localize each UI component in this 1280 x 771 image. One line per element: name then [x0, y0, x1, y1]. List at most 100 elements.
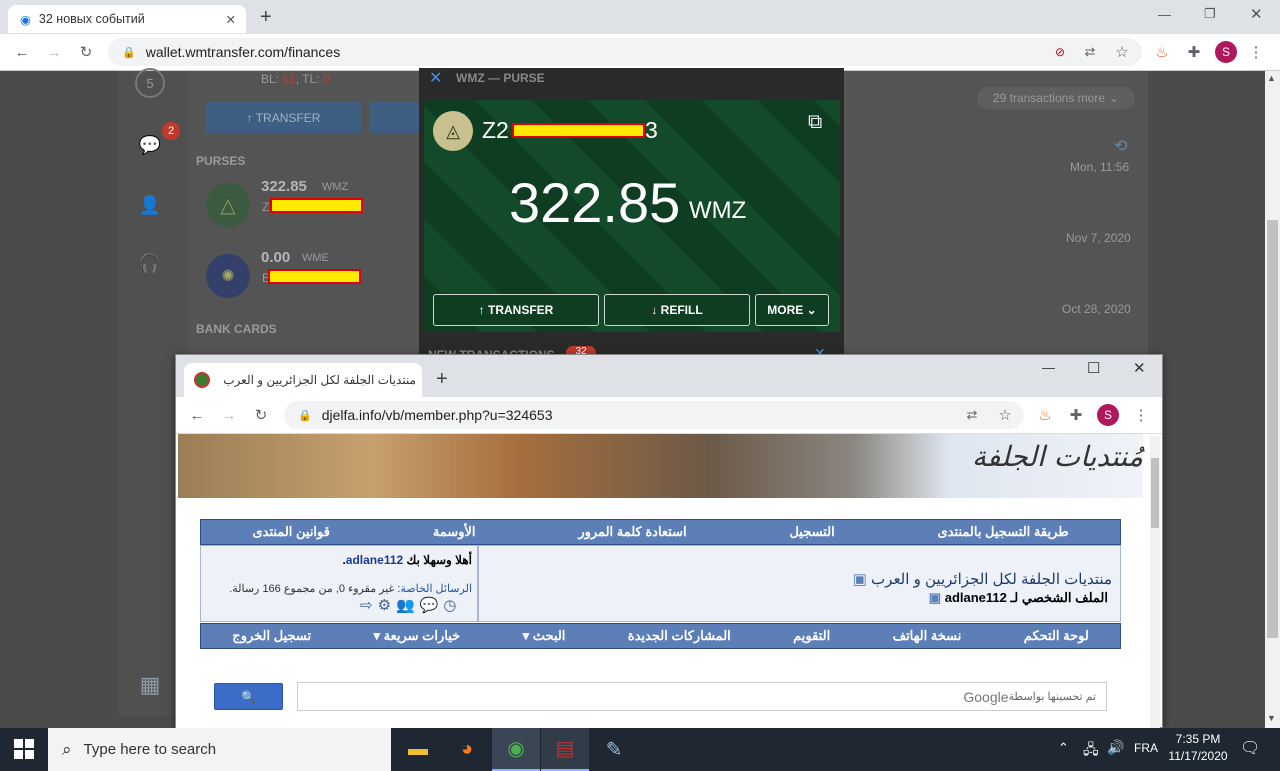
- forum-favicon-icon: [194, 372, 210, 388]
- nav-logout[interactable]: تسجيل الخروج: [232, 628, 311, 644]
- address-bar[interactable]: 🔒 wallet.wmtransfer.com/finances: [108, 38, 1142, 66]
- folder-icon: ▣: [928, 590, 942, 605]
- reload-icon[interactable]: ↻: [251, 405, 271, 425]
- breadcrumb[interactable]: منتديات الجلفة لكل الجزائريين و العرب ▣: [600, 570, 1112, 588]
- scroll-up-arrow[interactable]: ▲: [1267, 73, 1276, 83]
- messages-icon[interactable]: 💬: [420, 597, 444, 614]
- windows-start-icon[interactable]: [14, 739, 34, 759]
- extensions-puzzle-icon[interactable]: ✚: [1184, 42, 1204, 62]
- close-tab-icon[interactable]: ✕: [226, 12, 236, 27]
- close-window-button[interactable]: ✕: [1133, 359, 1146, 377]
- nav-quick-options[interactable]: خيارات سريعة ▾: [373, 628, 460, 644]
- copy-icon[interactable]: ⧉: [808, 111, 822, 134]
- tray-chevron-icon[interactable]: ⌃: [1058, 740, 1069, 756]
- browser-tab-forum[interactable]: منتديات الجلفة لكل الجزائريين و العرب: [184, 363, 422, 397]
- profile-avatar[interactable]: S: [1097, 404, 1119, 426]
- apps-grid-icon[interactable]: ▦: [133, 668, 167, 702]
- extension-fire-icon[interactable]: ♨: [1035, 405, 1055, 425]
- nav-password-recovery[interactable]: استعادة كلمة المرور: [578, 524, 686, 540]
- paint-icon[interactable]: ✎: [590, 728, 638, 771]
- back-icon[interactable]: ←: [12, 42, 32, 62]
- forward-icon[interactable]: →: [44, 42, 64, 62]
- tab-title: منتديات الجلفة لكل الجزائريين و العرب: [223, 373, 416, 387]
- nav-control-panel[interactable]: لوحة التحكم: [1024, 628, 1089, 644]
- logout-icon[interactable]: ⇨: [360, 597, 378, 614]
- username-link[interactable]: adlane112: [346, 553, 403, 567]
- restore-button[interactable]: ❐: [1204, 6, 1216, 22]
- firefox-icon[interactable]: ◕: [443, 728, 491, 771]
- cookie-blocked-icon[interactable]: ⊘: [1050, 42, 1070, 62]
- browser-tab-wallet[interactable]: ◉ 32 новых событий ✕: [8, 5, 246, 33]
- bank-cards-heading: BANK CARDS: [196, 322, 277, 336]
- forum-address-bar[interactable]: 🔒 djelfa.info/vb/member.php?u=324653: [284, 401, 1024, 429]
- bookmark-star-icon[interactable]: ☆: [1112, 42, 1132, 62]
- purse-currency: WMZ: [689, 197, 747, 224]
- forum-logo[interactable]: مُنتديات الجلفة: [972, 440, 1143, 473]
- forward-icon[interactable]: →: [219, 405, 239, 425]
- pm-link[interactable]: الرسائل الخاصة: [400, 583, 472, 595]
- minimize-button[interactable]: —: [1158, 7, 1171, 22]
- translate-icon[interactable]: ⇄: [962, 405, 982, 425]
- menu-kebab-icon[interactable]: ⋮: [1246, 42, 1266, 62]
- forum-scrollbar-thumb[interactable]: [1151, 458, 1159, 528]
- chrome-icon[interactable]: ◉: [492, 728, 540, 771]
- nav-register-method[interactable]: طريقة التسجيل بالمنتدى: [938, 524, 1069, 540]
- search-button[interactable]: 🔍: [214, 683, 283, 710]
- google-search-input[interactable]: Google تم تحسينها بواسطة: [297, 682, 1107, 711]
- support-headset-icon[interactable]: 🎧: [133, 246, 167, 280]
- contacts-icon[interactable]: 👤: [133, 188, 167, 222]
- scrollbar-thumb[interactable]: [1267, 220, 1278, 638]
- scroll-down-arrow[interactable]: ▼: [1267, 713, 1276, 723]
- extensions-puzzle-icon[interactable]: ✚: [1066, 405, 1086, 425]
- google-logo: Google: [963, 688, 1009, 705]
- new-tab-button[interactable]: +: [260, 6, 272, 29]
- wmz-purse-prefix: Z: [262, 200, 270, 214]
- profile-avatar[interactable]: S: [1215, 41, 1237, 63]
- taskbar-search-box[interactable]: ⌕ Type here to search: [48, 728, 391, 771]
- wallet-refill-button[interactable]: [369, 102, 419, 133]
- purse-id-start: Z2: [482, 117, 509, 143]
- nav-register[interactable]: التسجيل: [789, 524, 834, 540]
- history-icon[interactable]: ⟲: [1114, 136, 1127, 156]
- back-icon[interactable]: ←: [187, 405, 207, 425]
- nav-calendar[interactable]: التقويم: [793, 628, 830, 644]
- forum-top-nav: طريقة التسجيل بالمنتدى التسجيل استعادة ك…: [200, 519, 1121, 545]
- notifications-icon[interactable]: 🗨: [1240, 738, 1260, 758]
- nav-rules[interactable]: قوانين المنتدى: [252, 524, 330, 540]
- globe-icon: ◉: [20, 12, 31, 27]
- wme-purse-amount[interactable]: 0.00: [261, 249, 290, 266]
- nav-counter-icon[interactable]: 5: [135, 68, 165, 98]
- wmz-purse-amount[interactable]: 322.85: [261, 178, 307, 195]
- file-explorer-icon[interactable]: ▬: [394, 728, 442, 771]
- network-icon[interactable]: 🖧: [1083, 739, 1099, 763]
- close-window-button[interactable]: ✕: [1250, 5, 1263, 23]
- nav-mobile[interactable]: نسخة الهاتف: [893, 628, 962, 644]
- nav-medals[interactable]: الأوسمة: [433, 524, 476, 540]
- nav-new-posts[interactable]: المشاركات الجديدة: [628, 628, 731, 644]
- clock-icon[interactable]: ◷: [443, 597, 461, 614]
- new-tab-button[interactable]: +: [436, 368, 448, 391]
- bookmark-star-icon[interactable]: ☆: [995, 405, 1015, 425]
- winrar-icon[interactable]: ▤: [541, 728, 589, 771]
- purse-id-end: 3: [645, 117, 658, 143]
- maximize-button[interactable]: ☐: [1087, 359, 1100, 377]
- clock-time[interactable]: 7:35 PM: [1172, 732, 1224, 746]
- clock-date[interactable]: 11/17/2020: [1168, 749, 1228, 763]
- volume-icon[interactable]: 🔊: [1107, 739, 1124, 756]
- translate-icon[interactable]: ⇄: [1080, 42, 1100, 62]
- menu-kebab-icon[interactable]: ⋮: [1131, 405, 1151, 425]
- language-indicator[interactable]: FRA: [1134, 741, 1158, 755]
- more-transactions-button[interactable]: 29 transactions more ⌄: [977, 87, 1135, 109]
- modal-transfer-button[interactable]: ↑ TRANSFER: [433, 294, 599, 326]
- close-modal-icon[interactable]: ✕: [429, 68, 442, 88]
- nav-search[interactable]: البحث ▾: [523, 628, 566, 644]
- purse-balance: 322.85: [509, 171, 681, 234]
- minimize-button[interactable]: —: [1042, 360, 1055, 375]
- modal-refill-button[interactable]: ↓ REFILL: [604, 294, 750, 326]
- settings-gear-icon[interactable]: ⚙: [378, 597, 396, 614]
- reload-icon[interactable]: ↻: [76, 42, 96, 62]
- modal-more-button[interactable]: MORE ⌄: [755, 294, 829, 326]
- add-friend-icon[interactable]: 👥: [396, 597, 420, 614]
- extension-fire-icon[interactable]: ♨: [1152, 42, 1172, 62]
- wallet-transfer-button[interactable]: ↑ TRANSFER: [206, 102, 361, 133]
